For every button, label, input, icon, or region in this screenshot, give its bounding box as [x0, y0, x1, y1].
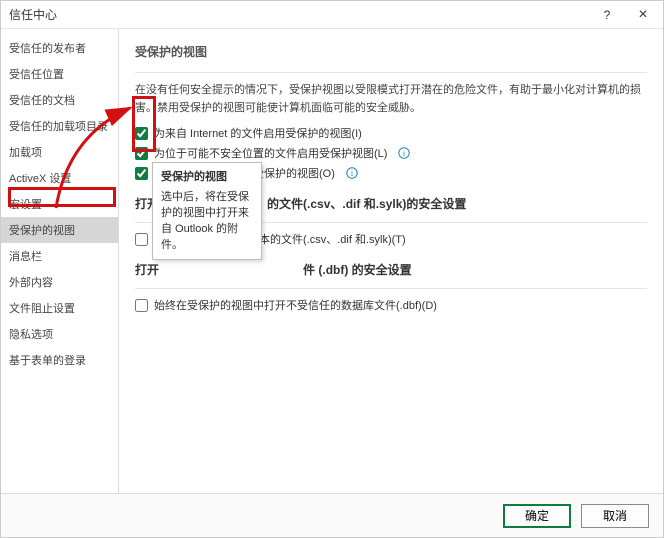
checkbox-dbf[interactable]	[135, 299, 148, 312]
content-pane: 受保护的视图 在没有任何安全提示的情况下，受保护视图以受限模式打开潜在的危险文件…	[119, 29, 663, 493]
sidebar-item-5[interactable]: ActiveX 设置	[1, 165, 118, 191]
checkbox-pv-2[interactable]	[135, 167, 148, 180]
sidebar-item-12[interactable]: 基于表单的登录	[1, 347, 118, 373]
sidebar-item-10[interactable]: 文件阻止设置	[1, 295, 118, 321]
svg-text:i: i	[403, 149, 406, 158]
title-bar: 信任中心 ? ×	[1, 1, 663, 29]
window-controls: ? ×	[589, 2, 661, 28]
dialog-body: 受信任的发布者受信任位置受信任的文档受信任的加载项目录加载项ActiveX 设置…	[1, 29, 663, 493]
section-dbf-title: 打开来自不受信任的源数据库文件 (.dbf) 的安全设置	[135, 261, 647, 282]
sidebar-item-4[interactable]: 加载项	[1, 139, 118, 165]
cancel-button[interactable]: 取消	[581, 504, 649, 528]
help-icon[interactable]: i	[397, 146, 411, 160]
checkbox-textfiles[interactable]	[135, 233, 148, 246]
sidebar-item-6[interactable]: 宏设置	[1, 191, 118, 217]
sidebar-item-9[interactable]: 外部内容	[1, 269, 118, 295]
help-button[interactable]: ?	[589, 2, 625, 28]
sidebar-item-2[interactable]: 受信任的文档	[1, 87, 118, 113]
sidebar-item-0[interactable]: 受信任的发布者	[1, 35, 118, 61]
divider	[135, 72, 647, 73]
dialog-footer: 确定 取消	[1, 493, 663, 537]
tooltip-protected-view: 受保护的视图 选中后，将在受保护的视图中打开来自 Outlook 的附件。	[152, 162, 262, 260]
option-dbf-label: 始终在受保护的视图中打开不受信任的数据库文件(.dbf)(D)	[154, 297, 437, 313]
close-icon: ×	[638, 6, 647, 24]
option-pv-label-1: 为位于可能不安全位置的文件启用受保护视图(L)	[154, 145, 387, 161]
window-title: 信任中心	[9, 6, 57, 23]
tooltip-title: 受保护的视图	[161, 169, 253, 185]
section-protected-view-desc: 在没有任何安全提示的情况下，受保护视图以受限模式打开潜在的危险文件，有助于最小化…	[135, 81, 647, 117]
option-dbf[interactable]: 始终在受保护的视图中打开不受信任的数据库文件(.dbf)(D)	[135, 297, 647, 313]
sidebar: 受信任的发布者受信任位置受信任的文档受信任的加载项目录加载项ActiveX 设置…	[1, 29, 119, 493]
divider	[135, 288, 647, 289]
checkbox-pv-1[interactable]	[135, 147, 148, 160]
sidebar-item-11[interactable]: 隐私选项	[1, 321, 118, 347]
trust-center-dialog: 信任中心 ? × 受信任的发布者受信任位置受信任的文档受信任的加载项目录加载项A…	[0, 0, 664, 538]
option-pv-1[interactable]: 为位于可能不安全位置的文件启用受保护视图(L) i	[135, 145, 647, 161]
option-pv-0[interactable]: 为来自 Internet 的文件启用受保护的视图(I)	[135, 125, 647, 141]
ok-button[interactable]: 确定	[503, 504, 571, 528]
checkbox-pv-0[interactable]	[135, 127, 148, 140]
sidebar-item-8[interactable]: 消息栏	[1, 243, 118, 269]
sidebar-item-1[interactable]: 受信任位置	[1, 61, 118, 87]
sidebar-item-7[interactable]: 受保护的视图	[1, 217, 118, 243]
section-protected-view-title: 受保护的视图	[135, 41, 647, 66]
help-icon[interactable]: i	[345, 166, 359, 180]
svg-text:i: i	[351, 169, 354, 178]
close-button[interactable]: ×	[625, 2, 661, 28]
help-icon: ?	[604, 8, 611, 22]
sidebar-item-3[interactable]: 受信任的加载项目录	[1, 113, 118, 139]
option-pv-label-0: 为来自 Internet 的文件启用受保护的视图(I)	[154, 125, 362, 141]
tooltip-body: 选中后，将在受保护的视图中打开来自 Outlook 的附件。	[161, 189, 253, 253]
